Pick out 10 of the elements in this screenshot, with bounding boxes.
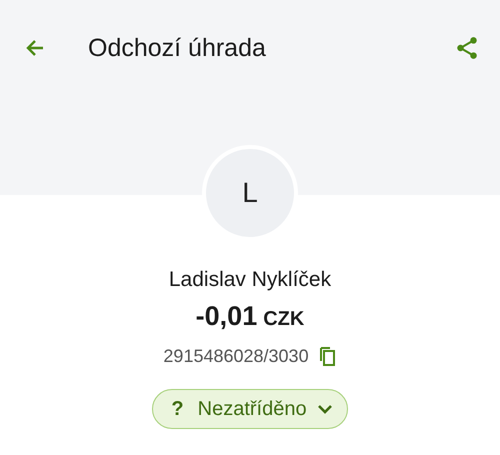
category-chip[interactable]: ? Nezatříděno xyxy=(152,389,348,429)
avatar-initial: L xyxy=(242,177,258,209)
screen-title: Odchozí úhrada xyxy=(88,34,267,62)
copy-icon[interactable] xyxy=(318,346,337,366)
currency: CZK xyxy=(263,308,304,331)
chevron-down-icon xyxy=(316,404,333,414)
question-icon: ? xyxy=(171,398,184,420)
payee-name: Ladislav Nyklíček xyxy=(168,268,332,292)
account-number: 2915486028/3030 xyxy=(163,346,309,367)
amount: -0,01 xyxy=(196,301,258,332)
